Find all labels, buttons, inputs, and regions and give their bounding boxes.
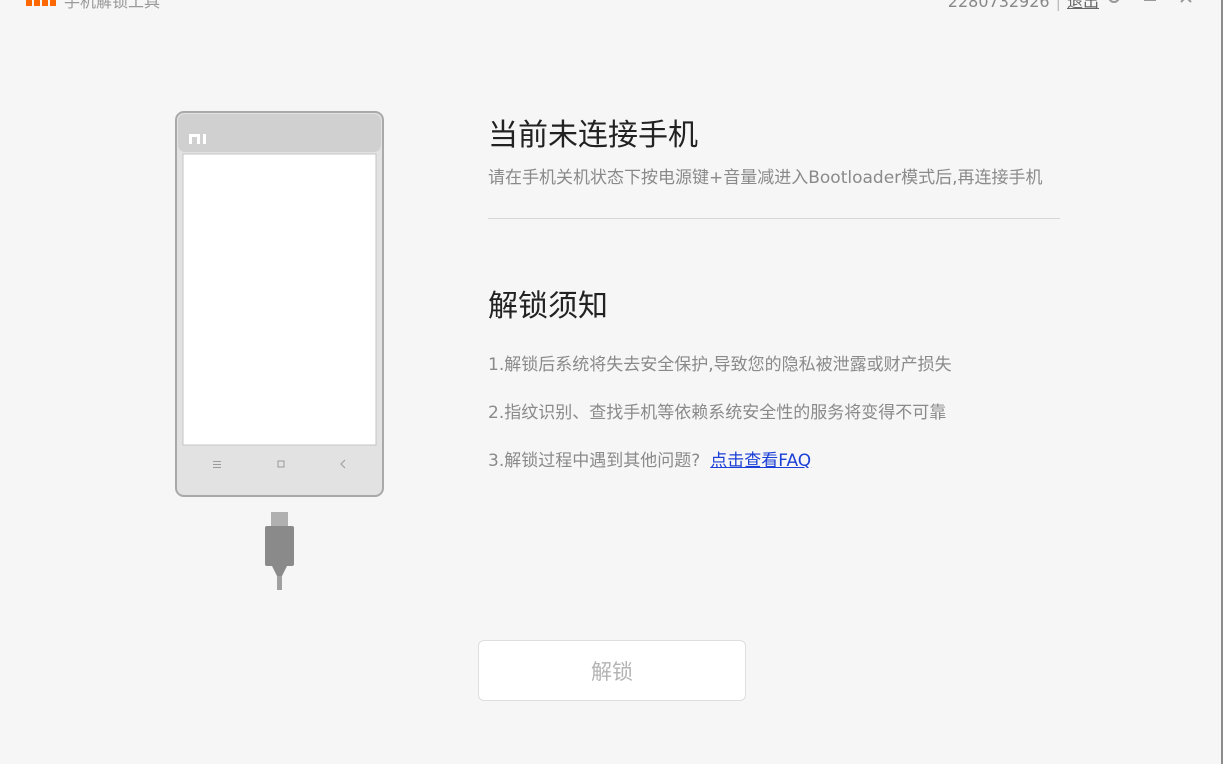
account-info: 2280732926 | 退出 bbox=[948, 0, 1099, 12]
usb-cable-icon bbox=[265, 512, 294, 590]
account-separator: | bbox=[1055, 0, 1061, 11]
phone-illustration bbox=[170, 108, 390, 598]
section-divider bbox=[488, 218, 1060, 219]
logout-link[interactable]: 退出 bbox=[1067, 0, 1099, 11]
minimize-icon[interactable] bbox=[1139, 0, 1161, 8]
notice-item: 2.指纹识别、查找手机等依赖系统安全性的服务将变得不可靠 bbox=[488, 401, 1063, 425]
notice-item: 3.解锁过程中遇到其他问题? 点击查看FAQ bbox=[488, 449, 1063, 473]
gear-icon[interactable] bbox=[1103, 0, 1125, 8]
close-icon[interactable] bbox=[1175, 0, 1197, 8]
notice-item-text: 3.解锁过程中遇到其他问题? bbox=[488, 451, 701, 471]
unlock-tool-window: 手机解锁工具 2280732926 | 退出 当前未连接手机 请在手机关机状态下… bbox=[0, 0, 1223, 764]
phone-graphic bbox=[175, 111, 384, 590]
account-id: 2280732926 bbox=[947, 0, 1050, 11]
notice-item-text: 1.解锁后系统将失去安全保护,导致您的隐私被泄露或财产损失 bbox=[488, 355, 952, 375]
unlock-button[interactable]: 解锁 bbox=[478, 640, 746, 701]
faq-link[interactable]: 点击查看FAQ bbox=[710, 451, 811, 471]
main-content: 当前未连接手机 请在手机关机状态下按电源键+音量减进入Bootloader模式后… bbox=[488, 112, 1063, 497]
app-title: 手机解锁工具 bbox=[64, 0, 161, 11]
title-bar: 手机解锁工具 2280732926 | 退出 bbox=[0, 0, 1223, 12]
mi-logo-icon bbox=[26, 0, 56, 6]
connection-instruction: 请在手机关机状态下按电源键+音量减进入Bootloader模式后,再连接手机 bbox=[488, 168, 1043, 188]
notice-item-text: 2.指纹识别、查找手机等依赖系统安全性的服务将变得不可靠 bbox=[488, 403, 947, 423]
mi-mark-icon bbox=[189, 134, 206, 144]
connection-status-title: 当前未连接手机 bbox=[488, 118, 698, 153]
notice-title: 解锁须知 bbox=[488, 289, 608, 324]
notice-item: 1.解锁后系统将失去安全保护,导致您的隐私被泄露或财产损失 bbox=[488, 353, 1063, 377]
notice-list: 1.解锁后系统将失去安全保护,导致您的隐私被泄露或财产损失 2.指纹识别、查找手… bbox=[488, 353, 1063, 473]
